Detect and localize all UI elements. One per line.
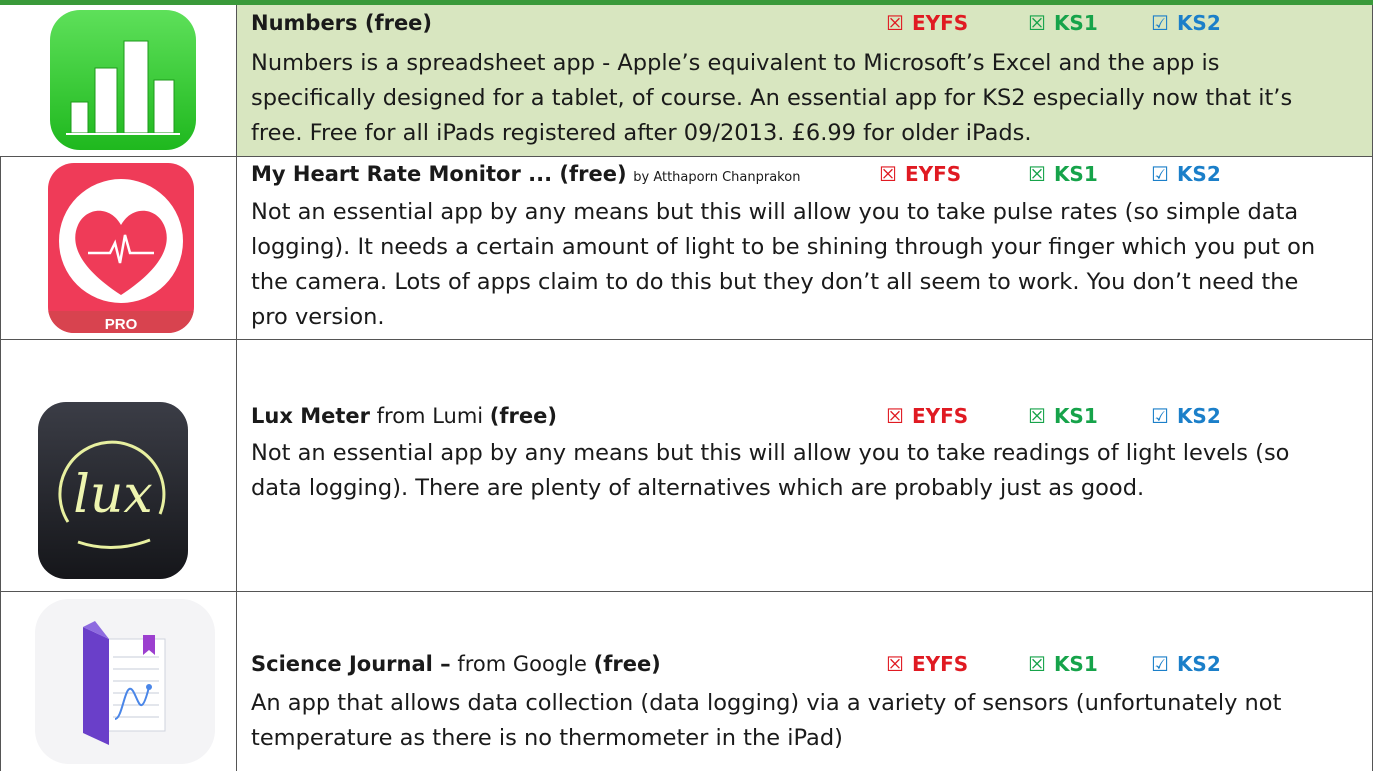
check-box-icon: ☑	[1151, 11, 1169, 35]
cross-box-icon: ☒	[886, 11, 904, 35]
ks1-label: KS1	[1053, 404, 1098, 428]
app-row-lux-meter: lux Lux Meter from Lumi (free) ☒ EYFS ☒ KS…	[0, 340, 1373, 592]
app-title-normal: from Lumi	[369, 404, 490, 428]
app-row-numbers: Numbers (free) ☒ EYFS ☒ KS1 ☑ KS2 Numbers i…	[0, 5, 1373, 157]
app-title: My Heart Rate Monitor ... (free) by Atth…	[251, 162, 800, 186]
app-title-bold-2: (free)	[593, 652, 661, 676]
app-title-bold: Science Journal –	[251, 652, 451, 676]
eyfs-label: EYFS	[904, 162, 962, 186]
ks2-status: ☑ KS2	[1151, 11, 1221, 35]
app-title: Science Journal – from Google (free)	[251, 652, 661, 676]
icon-cell: lux	[0, 340, 237, 591]
cross-box-icon: ☒	[1028, 11, 1046, 35]
app-title-bold: My Heart Rate Monitor ... (free)	[251, 162, 627, 186]
text-cell: Lux Meter from Lumi (free) ☒ EYFS ☒ KS1 ☑ K…	[238, 340, 1373, 591]
text-cell: My Heart Rate Monitor ... (free) by Atth…	[238, 157, 1373, 339]
icon-cell: PRO	[0, 157, 237, 339]
app-byline: by Atthaporn Chanprakon	[633, 170, 801, 185]
ks2-label: KS2	[1176, 652, 1221, 676]
cross-box-icon: ☒	[886, 404, 904, 428]
ks2-status: ☑ KS2	[1151, 652, 1221, 676]
check-box-icon: ☑	[1151, 652, 1169, 676]
ks2-label: KS2	[1176, 404, 1221, 428]
ks2-label: KS2	[1176, 162, 1221, 186]
app-row-science-journal: Science Journal – from Google (free) ☒ EY…	[0, 592, 1373, 771]
science-journal-app-icon	[35, 599, 215, 764]
check-box-icon: ☑	[1151, 162, 1169, 186]
eyfs-status: ☒ EYFS	[886, 652, 968, 676]
app-title: Lux Meter from Lumi (free)	[251, 404, 557, 428]
cross-box-icon: ☒	[1028, 652, 1046, 676]
app-description: An app that allows data collection (data…	[251, 690, 1282, 751]
app-description: Not an essential app by any means but th…	[251, 199, 1316, 330]
eyfs-status: ☒ EYFS	[879, 162, 961, 186]
ks2-status: ☑ KS2	[1151, 404, 1221, 428]
ks1-label: KS1	[1053, 652, 1098, 676]
pro-label: PRO	[105, 316, 138, 333]
eyfs-status: ☒ EYFS	[886, 404, 968, 428]
cross-box-icon: ☒	[1028, 404, 1046, 428]
icon-cell	[0, 592, 237, 771]
app-title: Numbers (free)	[251, 11, 432, 35]
app-list-page: Numbers (free) ☒ EYFS ☒ KS1 ☑ KS2 Numbers i…	[0, 0, 1373, 771]
eyfs-label: EYFS	[911, 11, 969, 35]
ks2-label: KS2	[1176, 11, 1221, 35]
ks1-status: ☒ KS1	[1028, 404, 1098, 428]
app-title-normal: from Google	[450, 652, 594, 676]
cross-box-icon: ☒	[1028, 162, 1046, 186]
text-cell: Science Journal – from Google (free) ☒ EY…	[238, 592, 1373, 771]
heart-rate-app-icon: PRO	[48, 163, 194, 333]
eyfs-status: ☒ EYFS	[886, 11, 968, 35]
numbers-app-icon	[50, 10, 196, 150]
lux-script-label: lux	[73, 465, 152, 525]
ks1-label: KS1	[1053, 11, 1098, 35]
ks1-status: ☒ KS1	[1028, 11, 1098, 35]
app-title-bold: Numbers (free)	[251, 11, 433, 35]
eyfs-label: EYFS	[911, 652, 969, 676]
app-title-bold: Lux Meter	[251, 404, 370, 428]
ks1-status: ☒ KS1	[1028, 652, 1098, 676]
lux-meter-app-icon: lux	[38, 402, 188, 579]
icon-cell	[0, 5, 237, 156]
ks1-status: ☒ KS1	[1028, 162, 1098, 186]
text-cell: Numbers (free) ☒ EYFS ☒ KS1 ☑ KS2 Numbers i…	[238, 5, 1373, 156]
app-row-heart-rate: PRO My Heart Rate Monitor ... (free) by …	[0, 157, 1373, 340]
check-box-icon: ☑	[1151, 404, 1169, 428]
eyfs-label: EYFS	[911, 404, 969, 428]
app-description: Not an essential app by any means but th…	[251, 440, 1290, 501]
ks2-status: ☑ KS2	[1151, 162, 1221, 186]
app-title-bold-2: (free)	[489, 404, 557, 428]
ks1-label: KS1	[1053, 162, 1098, 186]
cross-box-icon: ☒	[886, 652, 904, 676]
app-description: Numbers is a spreadsheet app - Apple’s e…	[251, 50, 1293, 146]
cross-box-icon: ☒	[879, 162, 897, 186]
